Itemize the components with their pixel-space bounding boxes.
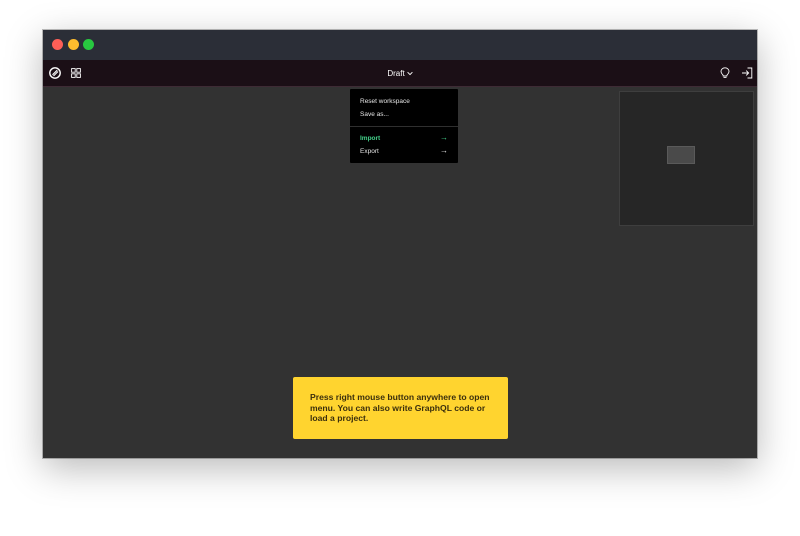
logo-icon[interactable] — [48, 66, 62, 80]
menu-item-label: Import — [360, 134, 381, 142]
app-window: Draft Reset workspace Save as... Import … — [43, 30, 757, 458]
menu-item-import[interactable]: Import → — [360, 132, 448, 144]
minimap[interactable] — [619, 91, 754, 226]
minimap-viewport[interactable] — [667, 146, 695, 164]
close-window-button[interactable] — [52, 39, 63, 50]
hint-text: Press right mouse button anywhere to ope… — [310, 392, 490, 424]
menu-item-export[interactable]: Export → — [360, 145, 448, 157]
draft-label: Draft — [387, 68, 405, 78]
menu-item-save-as[interactable]: Save as... — [360, 108, 448, 120]
chevron-down-icon — [406, 69, 413, 78]
draft-dropdown-button[interactable]: Draft — [373, 65, 427, 81]
minimize-window-button[interactable] — [68, 39, 79, 50]
sign-in-icon[interactable] — [740, 66, 754, 80]
menu-item-label: Save as... — [360, 110, 389, 118]
menu-item-label: Export — [360, 147, 379, 155]
draft-menu: Reset workspace Save as... Import → Expo… — [350, 89, 458, 163]
menu-divider — [350, 126, 458, 127]
top-toolbar: Draft — [43, 60, 757, 87]
title-bar — [43, 30, 757, 60]
arrow-right-icon: → — [440, 146, 448, 155]
lightbulb-icon[interactable] — [718, 66, 732, 80]
grid-icon[interactable] — [69, 66, 83, 80]
arrow-right-icon: → — [440, 133, 448, 142]
hint-toast: Press right mouse button anywhere to ope… — [293, 377, 508, 439]
maximize-window-button[interactable] — [83, 39, 94, 50]
menu-item-reset-workspace[interactable]: Reset workspace — [360, 95, 448, 107]
menu-item-label: Reset workspace — [360, 97, 410, 105]
